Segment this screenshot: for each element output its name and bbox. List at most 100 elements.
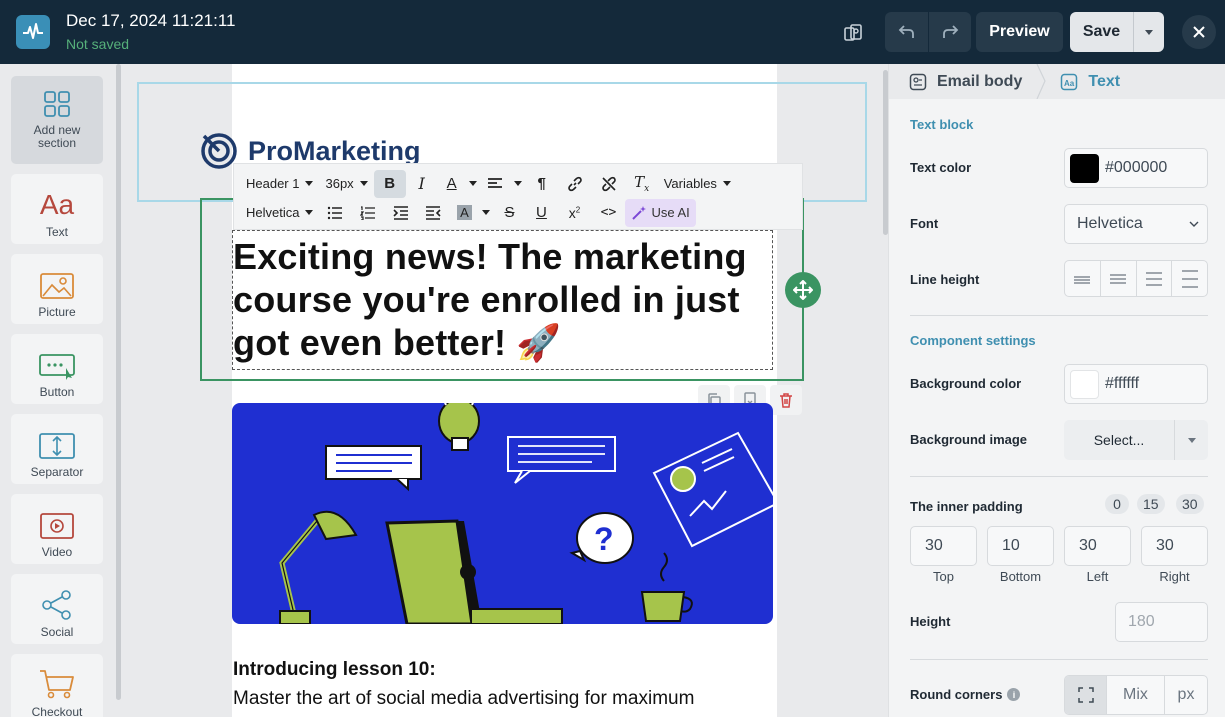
chevron-down-icon	[468, 181, 477, 186]
font-select[interactable]: Helvetica	[1064, 204, 1208, 244]
bg-image-select[interactable]: Select...	[1064, 420, 1208, 460]
video-icon	[11, 502, 103, 540]
line-height-options	[1064, 260, 1208, 297]
breadcrumb-email-body[interactable]: Email body	[909, 73, 1022, 91]
code-button[interactable]: <>	[591, 199, 625, 227]
line-height-loose-button[interactable]	[1171, 261, 1207, 296]
undo-button[interactable]	[885, 12, 928, 52]
indent-button[interactable]	[385, 199, 417, 227]
chevron-down-icon	[305, 181, 314, 186]
bg-color-swatch[interactable]	[1070, 369, 1099, 399]
link-button[interactable]	[558, 170, 592, 198]
padding-bottom-input[interactable]: 10	[987, 526, 1054, 566]
bullet-list-button[interactable]	[319, 199, 351, 227]
corners-icon	[1077, 687, 1094, 703]
intro-text[interactable]: Master the art of social media advertisi…	[233, 688, 694, 710]
sidebar-item-separator[interactable]: Separator	[11, 414, 103, 484]
hero-illustration[interactable]: ?	[232, 403, 773, 624]
font-family-select[interactable]: Helvetica	[240, 199, 319, 227]
text-color-label: Text color	[910, 160, 972, 175]
sidebar-item-checkout[interactable]: Checkout	[11, 654, 103, 717]
highlight-dropdown[interactable]	[479, 199, 493, 227]
sidebar-item-video[interactable]: Video	[11, 494, 103, 564]
text-color-button[interactable]: A	[438, 170, 466, 198]
bg-color-field[interactable]: #ffffff	[1064, 364, 1208, 404]
brand-name: ProMarketing	[248, 135, 421, 166]
chevron-down-icon	[1187, 437, 1196, 443]
use-ai-button[interactable]: Use AI	[625, 198, 696, 227]
align-dropdown[interactable]	[510, 170, 526, 198]
padding-preset-30[interactable]: 30	[1176, 494, 1204, 514]
round-unit[interactable]: px	[1164, 676, 1207, 714]
sidebar-item-label: Separator	[30, 465, 84, 479]
text-icon: Aa	[39, 189, 75, 220]
delete-button[interactable]	[770, 385, 802, 415]
clear-format-button[interactable]: Tx	[626, 170, 658, 198]
variables-select[interactable]: Variables	[658, 170, 737, 198]
italic-button[interactable]: I	[406, 170, 438, 198]
headline-text[interactable]: Exciting news! The marketing course you'…	[233, 235, 772, 364]
padding-left-input[interactable]: 30	[1064, 526, 1131, 566]
padding-top-input[interactable]: 30	[910, 526, 977, 566]
superscript-button[interactable]: x2	[557, 199, 591, 227]
sidebar-item-button[interactable]: Button	[11, 334, 103, 404]
magic-wand-icon	[632, 205, 647, 220]
line-height-label: Line height	[910, 272, 980, 287]
padding-right-input[interactable]: 30	[1141, 526, 1208, 566]
height-input[interactable]: 180	[1115, 602, 1208, 642]
font-label: Font	[910, 216, 939, 231]
strikethrough-button[interactable]: S	[493, 199, 525, 227]
close-button[interactable]	[1182, 15, 1216, 49]
padding-left-label: Left	[1086, 569, 1109, 584]
italic-icon: I	[418, 174, 425, 193]
sidebar-item-label: Add new section	[33, 123, 81, 150]
sidebar-item-picture[interactable]: Picture	[11, 254, 103, 324]
text-color-swatch[interactable]	[1070, 153, 1099, 183]
numbered-list-icon	[360, 205, 376, 220]
text-color-dropdown[interactable]	[466, 170, 480, 198]
redo-button[interactable]	[928, 12, 971, 52]
bg-color-label: Background color	[910, 376, 1022, 391]
move-handle[interactable]	[785, 272, 821, 308]
chevron-down-icon	[1145, 29, 1153, 35]
sidebar-item-add-section[interactable]: Add new section	[11, 76, 103, 164]
align-button[interactable]	[480, 170, 510, 198]
underline-button[interactable]: U	[525, 199, 557, 227]
padding-preset-0[interactable]: 0	[1105, 494, 1129, 514]
unlink-button[interactable]	[592, 170, 626, 198]
section-component-settings: Component settings	[910, 333, 1036, 348]
preview-button[interactable]: Preview	[976, 12, 1063, 52]
line-height-normal-button[interactable]	[1099, 261, 1136, 296]
align-left-icon	[487, 177, 502, 188]
sidebar-item-social[interactable]: Social	[11, 574, 103, 644]
breadcrumb-text[interactable]: Aa Text	[1060, 73, 1120, 91]
block-type-select[interactable]: Header 1	[240, 170, 319, 198]
save-button[interactable]: Save	[1070, 12, 1133, 52]
save-options-button[interactable]	[1133, 12, 1164, 52]
line-height-tight-button[interactable]	[1065, 261, 1100, 296]
info-icon[interactable]: i	[1007, 688, 1021, 701]
bold-button[interactable]: B	[373, 169, 406, 198]
format-toolbar: Header 1 36px B I A ¶ Tx Variables Helve…	[233, 163, 803, 230]
chevron-down-icon	[1189, 221, 1199, 227]
move-icon	[793, 280, 813, 300]
line-height-relaxed-button[interactable]	[1135, 261, 1172, 296]
sidebar-item-label: Social	[40, 625, 74, 639]
font-size-select[interactable]: 36px	[319, 170, 373, 198]
round-mix-button[interactable]: Mix	[1106, 676, 1164, 714]
text-color-field[interactable]: #000000	[1064, 148, 1208, 188]
text-color-icon: A	[446, 175, 457, 192]
paragraph-button[interactable]: ¶	[526, 170, 558, 198]
highlight-button[interactable]: A	[449, 199, 479, 227]
outdent-button[interactable]	[417, 199, 449, 227]
numbered-list-button[interactable]	[351, 199, 385, 227]
app-logo-icon[interactable]	[16, 15, 50, 49]
intro-title[interactable]: Introducing lesson 10:	[233, 659, 436, 681]
headline-editor[interactable]: Exciting news! The marketing course you'…	[232, 230, 773, 370]
bg-image-dropdown[interactable]	[1174, 420, 1208, 460]
assets-icon[interactable]	[838, 14, 868, 50]
padding-preset-15[interactable]: 15	[1137, 494, 1165, 514]
round-all-button[interactable]	[1065, 676, 1106, 714]
sidebar-item-text[interactable]: Aa Text	[11, 174, 103, 244]
block-sidebar: Add new section Aa Text Picture Button S…	[0, 64, 116, 717]
